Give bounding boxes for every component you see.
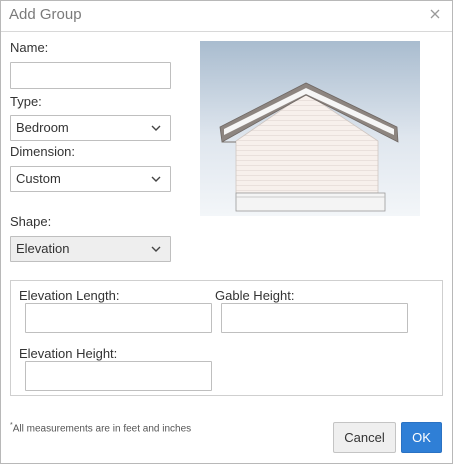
gable-height-input[interactable] xyxy=(221,303,408,333)
type-label: Type: xyxy=(10,94,42,109)
note-text: All measurements are in feet and inches xyxy=(12,423,192,435)
gable-height-label: Gable Height: xyxy=(215,288,295,303)
name-input[interactable] xyxy=(10,62,171,89)
type-select-value: Bedroom xyxy=(16,120,69,135)
measurements-panel: Elevation Length: Gable Height: Elevatio… xyxy=(10,280,443,396)
dimension-label: Dimension: xyxy=(10,144,76,159)
chevron-down-icon xyxy=(151,246,161,252)
dimension-select[interactable]: Custom xyxy=(10,166,171,192)
elevation-length-label: Elevation Length: xyxy=(19,288,120,303)
dialog-titlebar: Add Group xyxy=(1,1,452,32)
elevation-preview-image xyxy=(200,41,420,216)
measurement-note: *All measurements are in feet and inches xyxy=(10,422,191,434)
cancel-button[interactable]: Cancel xyxy=(333,422,396,453)
ok-button[interactable]: OK xyxy=(401,422,442,453)
shape-select[interactable]: Elevation xyxy=(10,236,171,262)
elevation-length-input[interactable] xyxy=(25,303,212,333)
chevron-down-icon xyxy=(151,176,161,182)
shape-label: Shape: xyxy=(10,214,52,229)
type-select[interactable]: Bedroom xyxy=(10,115,171,141)
chevron-down-icon xyxy=(151,125,161,131)
name-label: Name: xyxy=(10,40,49,55)
elevation-height-input[interactable] xyxy=(25,361,212,391)
close-icon[interactable] xyxy=(428,7,442,21)
add-group-dialog: Add Group Name: Type: Bedroom Dimension:… xyxy=(0,0,453,464)
elevation-height-label: Elevation Height: xyxy=(19,346,118,361)
shape-select-value: Elevation xyxy=(16,241,70,256)
dimension-select-value: Custom xyxy=(16,171,61,186)
dialog-title: Add Group xyxy=(9,6,82,23)
